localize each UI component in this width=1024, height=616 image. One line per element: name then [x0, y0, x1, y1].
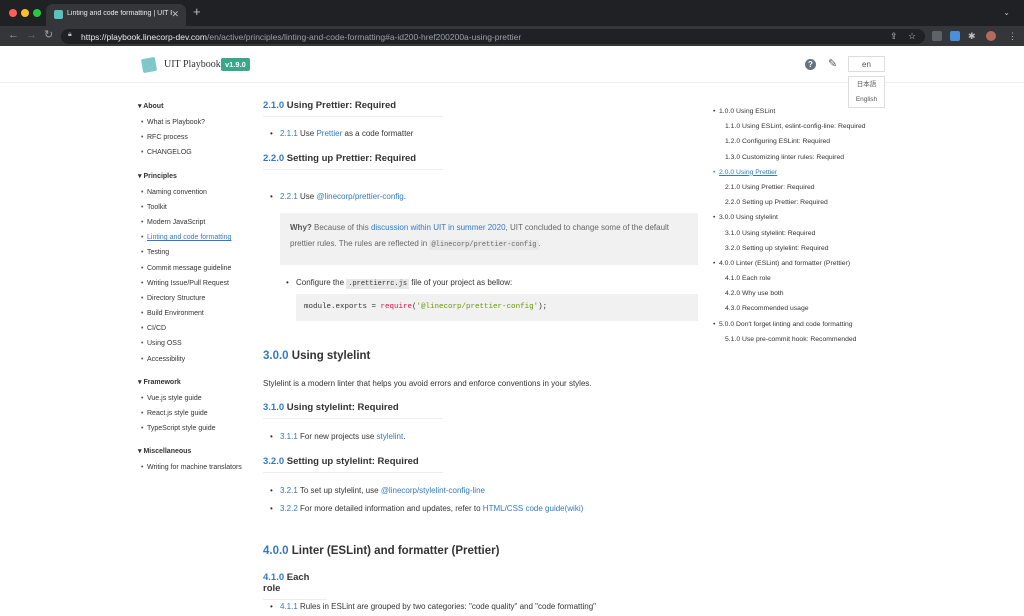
list-item: 2.2.1 Use @linecorp/prettier-config.	[270, 192, 406, 201]
heading-3-0-0: 3.0.0 Using stylelint	[263, 350, 371, 362]
toc-item[interactable]: 4.0.0 Linter (ESLint) and formatter (Pre…	[710, 256, 910, 271]
tab-title: Linting and code formatting | UIT Playbo…	[67, 10, 172, 17]
stylelint-config-link[interactable]: @linecorp/stylelint-config-line	[381, 486, 485, 495]
toc-item[interactable]: 2.2.0 Setting up Prettier: Required	[710, 195, 910, 210]
list-item: 3.2.1 To set up stylelint, use @linecorp…	[270, 486, 485, 495]
paragraph: Stylelint is a modern linter that helps …	[263, 379, 592, 388]
extension-icon[interactable]	[932, 31, 942, 41]
toc-item[interactable]: 4.1.0 Each role	[710, 271, 910, 286]
minimize-window-button[interactable]	[21, 9, 29, 17]
heading-3-1-0: 3.1.0 Using stylelint: Required	[263, 402, 443, 419]
puzzle-icon[interactable]: ✱	[968, 30, 976, 42]
sidebar-item[interactable]: Writing Issue/Pull Request	[138, 276, 258, 291]
sidebar-item[interactable]: What is Playbook?	[138, 115, 258, 130]
sidebar-item[interactable]: CI/CD	[138, 321, 258, 336]
sidebar-nav: ▾ About What is Playbook? RFC process CH…	[138, 96, 258, 476]
toc-item[interactable]: 3.1.0 Using stylelint: Required	[710, 226, 910, 241]
sidebar-item[interactable]: Toolkit	[138, 200, 258, 215]
toc-item-active[interactable]: 2.0.0 Using Prettier	[710, 165, 910, 180]
table-of-contents: 1.0.0 Using ESLint 1.1.0 Using ESLint, e…	[710, 104, 910, 347]
tab-close-icon[interactable]: ✕	[171, 9, 179, 20]
sidebar-item[interactable]: RFC process	[138, 130, 258, 145]
lock-icon: 🔒︎	[68, 31, 72, 38]
sidebar-item-active[interactable]: Linting and code formatting	[138, 230, 258, 245]
toc-item[interactable]: 1.2.0 Configuring ESLint: Required	[710, 134, 910, 149]
sidebar-item[interactable]: Testing	[138, 245, 258, 260]
toc-item[interactable]: 2.1.0 Using Prettier: Required	[710, 180, 910, 195]
list-item: 3.1.1 For new projects use stylelint.	[270, 432, 405, 441]
sidebar-item[interactable]: Writing for machine translators	[138, 460, 258, 475]
heading-4-1-0: 4.1.0 Each role	[263, 572, 327, 600]
toc-item[interactable]: 5.0.0 Don't forget linting and code form…	[710, 317, 910, 332]
back-icon[interactable]: ←	[8, 29, 19, 42]
list-item: Configure the .prettierrc.js file of you…	[286, 278, 512, 289]
share-icon[interactable]: ⇪	[890, 30, 898, 42]
tab-search-icon[interactable]: ⌄	[1003, 8, 1010, 17]
sidebar-item[interactable]: Accessibility	[138, 352, 258, 367]
bookmark-star-icon[interactable]: ☆	[908, 30, 916, 42]
menu-icon[interactable]: ⋮	[1008, 30, 1017, 42]
heading-2-2-0: 2.2.0 Setting up Prettier: Required	[263, 153, 443, 170]
heading-3-2-0: 3.2.0 Setting up stylelint: Required	[263, 456, 443, 473]
sidebar-item[interactable]: TypeScript style guide	[138, 421, 258, 436]
edit-icon[interactable]: ✎	[828, 57, 837, 70]
sidebar-item[interactable]: Modern JavaScript	[138, 215, 258, 230]
sidebar-section-about[interactable]: ▾ About	[138, 102, 258, 110]
forward-icon[interactable]: →	[26, 29, 37, 42]
browser-tab-bar: Linting and code formatting | UIT Playbo…	[0, 0, 1024, 26]
sidebar-item[interactable]: Naming convention	[138, 185, 258, 200]
why-note: Why? Because of this discussion within U…	[280, 213, 698, 265]
sidebar-item[interactable]: Commit message guideline	[138, 261, 258, 276]
reload-icon[interactable]: ↻	[44, 29, 53, 42]
url-text: https://playbook.linecorp-dev.com/en/act…	[81, 32, 522, 42]
toc-item[interactable]: 3.0.0 Using stylelint	[710, 210, 910, 225]
close-window-button[interactable]	[9, 9, 17, 17]
language-select[interactable]: en	[848, 56, 885, 72]
toc-item[interactable]: 1.0.0 Using ESLint	[710, 104, 910, 119]
version-badge: v1.9.0	[221, 58, 250, 71]
heading-4-0-0: 4.0.0 Linter (ESLint) and formatter (Pre…	[263, 545, 500, 557]
address-bar[interactable]: 🔒︎ https://playbook.linecorp-dev.com/en/…	[61, 29, 925, 44]
help-icon[interactable]: ?	[805, 59, 816, 70]
sidebar-item[interactable]: Vue.js style guide	[138, 391, 258, 406]
extension-translate-icon[interactable]	[950, 31, 960, 41]
site-header: UIT Playbook v1.9.0 ? ✎ en 日本語 English	[0, 46, 1024, 108]
toc-item[interactable]: 4.2.0 Why use both	[710, 286, 910, 301]
sidebar-section-framework[interactable]: ▾ Framework	[138, 378, 258, 386]
toc-item[interactable]: 1.1.0 Using ESLint, eslint-config-line: …	[710, 119, 910, 134]
list-item: 4.1.1 Rules in ESLint are grouped by two…	[270, 602, 596, 611]
sidebar-section-principles[interactable]: ▾ Principles	[138, 172, 258, 180]
browser-toolbar: ← → ↻ 🔒︎ https://playbook.linecorp-dev.c…	[0, 26, 1024, 46]
brand-title[interactable]: UIT Playbook	[164, 59, 221, 70]
css-guide-link[interactable]: HTML/CSS code guide(wiki)	[483, 504, 583, 513]
toc-item[interactable]: 3.2.0 Setting up stylelint: Required	[710, 241, 910, 256]
toc-item[interactable]: 1.3.0 Customizing linter rules: Required	[710, 150, 910, 165]
list-item: 3.2.2 For more detailed information and …	[270, 504, 583, 513]
sidebar-item[interactable]: Build Environment	[138, 306, 258, 321]
list-item: 2.1.1 Use Prettier as a code formatter	[270, 129, 413, 138]
sidebar-item[interactable]: Using OSS	[138, 336, 258, 351]
code-block: module.exports = require('@linecorp/pret…	[296, 294, 698, 321]
lang-option-ja[interactable]: 日本語	[849, 77, 884, 92]
sidebar-item[interactable]: React.js style guide	[138, 406, 258, 421]
new-tab-button[interactable]: +	[193, 5, 201, 18]
maximize-window-button[interactable]	[33, 9, 41, 17]
favicon-icon	[54, 10, 63, 19]
sidebar-item[interactable]: Directory Structure	[138, 291, 258, 306]
heading-2-1-0: 2.1.0 Using Prettier: Required	[263, 100, 443, 117]
stylelint-link[interactable]: stylelint	[377, 432, 404, 441]
playbook-logo-icon[interactable]	[140, 56, 158, 74]
sidebar-section-misc[interactable]: ▾ Miscellaneous	[138, 447, 258, 455]
page-content: UIT Playbook v1.9.0 ? ✎ en 日本語 English ▾…	[0, 46, 1024, 616]
prettier-config-link[interactable]: @linecorp/prettier-config	[316, 192, 403, 201]
toc-item[interactable]: 5.1.0 Use pre-commit hook: Recommended	[710, 332, 910, 347]
sidebar-item[interactable]: CHANGELOG	[138, 145, 258, 160]
profile-avatar[interactable]	[986, 31, 996, 41]
browser-tab[interactable]: Linting and code formatting | UIT Playbo…	[46, 4, 186, 26]
discussion-link[interactable]: discussion within UIT in summer 2020	[371, 223, 506, 232]
prettier-link[interactable]: Prettier	[316, 129, 342, 138]
toc-item[interactable]: 4.3.0 Recommended usage	[710, 301, 910, 316]
